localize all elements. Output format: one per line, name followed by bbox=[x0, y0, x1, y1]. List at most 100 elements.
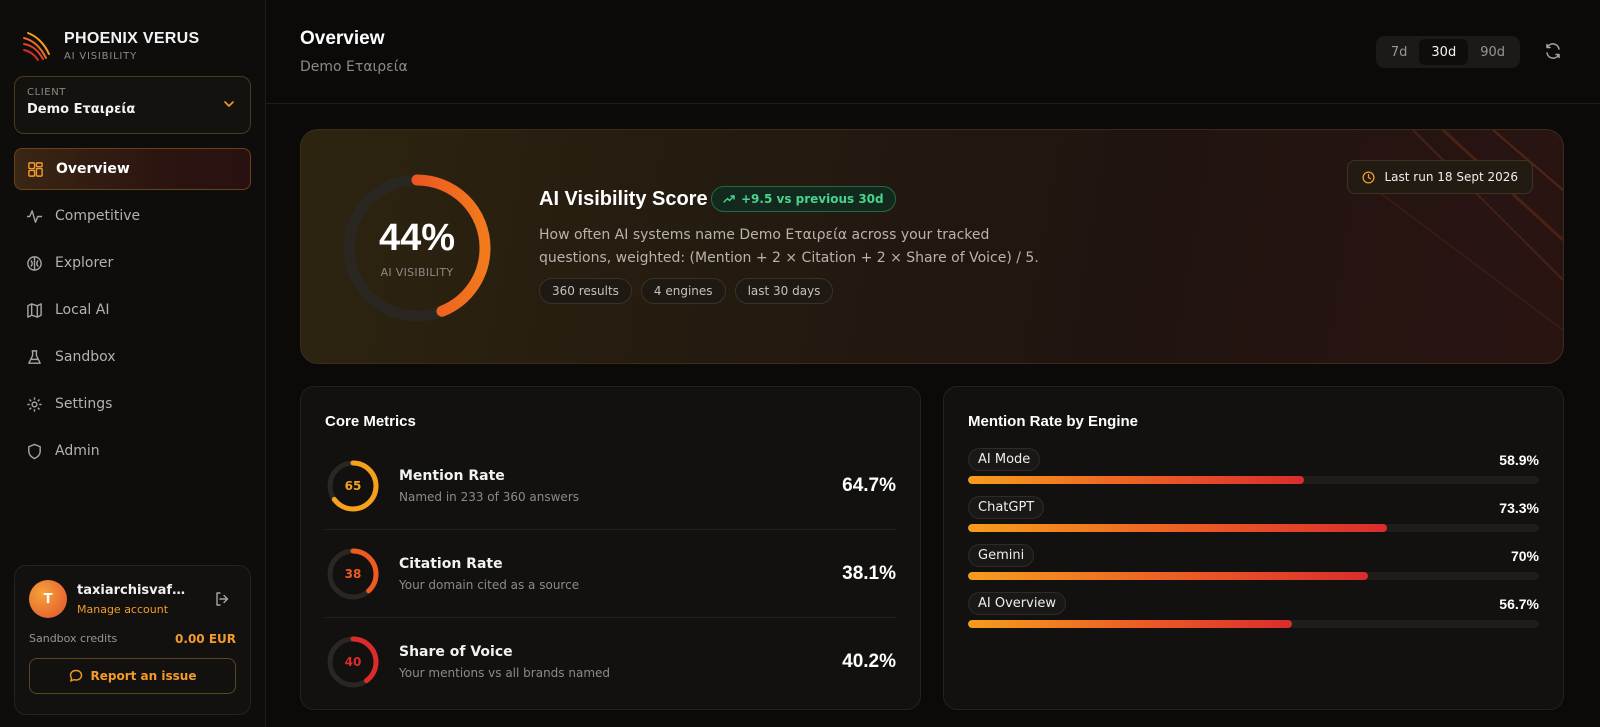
engine-bar-fill bbox=[968, 476, 1305, 484]
activity-icon bbox=[26, 209, 43, 223]
metric-value: 40.2% bbox=[842, 651, 896, 672]
gauge-readout: 44% AI VISIBILITY bbox=[339, 170, 495, 326]
period-pill: last 30 days bbox=[734, 278, 834, 304]
engine-bar-fill bbox=[968, 620, 1292, 628]
share-of-voice-ring-value: 40 bbox=[344, 655, 362, 669]
engine-mention-card: Mention Rate by Engine AI Mode 58.9% Cha… bbox=[943, 386, 1564, 710]
main-content: Overview Demo Εταιρεία 7d 30d 90d 44% AI… bbox=[266, 0, 1600, 727]
engine-name: ChatGPT bbox=[968, 496, 1045, 519]
report-issue-label: Report an issue bbox=[90, 669, 197, 683]
trend-badge: +9.5 vs previous 30d bbox=[711, 186, 896, 212]
sidebar-item-label: Local AI bbox=[55, 302, 110, 318]
sidebar-item-local-ai[interactable]: Local AI bbox=[14, 289, 251, 331]
gear-icon bbox=[27, 396, 42, 412]
engine-bar-track bbox=[968, 620, 1539, 628]
metric-name: Citation Rate bbox=[399, 555, 503, 572]
metric-description: Your mentions vs all brands named bbox=[399, 666, 611, 680]
client-label: CLIENT bbox=[27, 87, 67, 98]
metric-value: 64.7% bbox=[842, 474, 896, 496]
visibility-score-label: AI VISIBILITY bbox=[380, 266, 454, 279]
visibility-score-card: 44% AI VISIBILITY AI Visibility Score +9… bbox=[300, 129, 1564, 364]
shield-icon bbox=[28, 443, 41, 459]
metric-name: Share of Voice bbox=[399, 644, 513, 660]
app-root: PHOENIX VERUS AI VISIBILITY CLIENT Demo … bbox=[0, 0, 1600, 727]
client-selector[interactable]: CLIENT Demo Εταιρεία bbox=[14, 76, 251, 134]
sidebar-item-admin[interactable]: Admin bbox=[14, 430, 251, 472]
core-metrics-title: Core Metrics bbox=[325, 413, 416, 430]
engine-bar-fill bbox=[968, 572, 1368, 580]
sidebar-item-label: Overview bbox=[56, 161, 130, 177]
engine-bar-fill bbox=[968, 524, 1387, 532]
score-pills: 360 results 4 engines last 30 days bbox=[539, 278, 834, 304]
mention-rate-ring: 65 bbox=[325, 458, 381, 514]
share-of-voice-ring: 40 bbox=[325, 634, 381, 690]
metric-row-share-of-voice: 40 Share of Voice Your mentions vs all b… bbox=[325, 618, 896, 706]
engine-value: 70% bbox=[1510, 547, 1539, 564]
sidebar-nav: Overview Competitive Explorer Local AI S… bbox=[14, 148, 251, 472]
sidebar-item-label: Settings bbox=[55, 396, 113, 412]
refresh-icon[interactable] bbox=[1544, 42, 1562, 60]
engine-name: AI Mode bbox=[968, 448, 1041, 471]
results-pill: 360 results bbox=[539, 278, 632, 304]
engine-value: 58.9% bbox=[1499, 451, 1539, 468]
metric-row-citation-rate: 38 Citation Rate Your domain cited as a … bbox=[325, 530, 896, 618]
engine-row-gemini: Gemini 70% bbox=[968, 544, 1539, 580]
page-header: Overview Demo Εταιρεία 7d 30d 90d bbox=[266, 0, 1600, 104]
dashboard-icon bbox=[28, 161, 43, 177]
sidebar-item-overview[interactable]: Overview bbox=[14, 148, 251, 190]
sidebar-item-label: Sandbox bbox=[55, 349, 116, 365]
engine-name: AI Overview bbox=[968, 592, 1067, 615]
sidebar-item-settings[interactable]: Settings bbox=[14, 383, 251, 425]
range-30d-button[interactable]: 30d bbox=[1419, 39, 1469, 65]
engine-row-chatgpt: ChatGPT 73.3% bbox=[968, 496, 1539, 532]
clock-icon bbox=[1362, 170, 1376, 184]
manage-account-link[interactable]: Manage account bbox=[77, 603, 193, 616]
logout-icon[interactable] bbox=[214, 591, 230, 607]
avatar[interactable]: T bbox=[29, 580, 67, 618]
metric-row-mention-rate: 65 Mention Rate Named in 233 of 360 answ… bbox=[325, 442, 896, 530]
range-7d-button[interactable]: 7d bbox=[1379, 39, 1420, 65]
citation-rate-ring-value: 38 bbox=[344, 566, 362, 581]
engine-value: 56.7% bbox=[1499, 595, 1539, 612]
map-icon bbox=[27, 302, 42, 318]
metric-value: 38.1% bbox=[842, 562, 896, 584]
last-run-badge: Last run 18 Sept 2026 bbox=[1347, 160, 1533, 194]
engine-row-ai-overview: AI Overview 56.7% bbox=[968, 592, 1539, 628]
engine-card-title: Mention Rate by Engine bbox=[968, 413, 1139, 430]
engine-bar-track bbox=[968, 524, 1539, 532]
range-toggle: 7d 30d 90d bbox=[1375, 36, 1520, 68]
client-name: Demo Εταιρεία bbox=[27, 102, 136, 117]
flask-icon bbox=[28, 349, 41, 364]
phoenix-logo-icon bbox=[23, 32, 50, 61]
metric-name: Mention Rate bbox=[399, 467, 505, 484]
sidebar: PHOENIX VERUS AI VISIBILITY CLIENT Demo … bbox=[0, 0, 266, 727]
engine-name: Gemini bbox=[968, 544, 1035, 567]
metric-description: Your domain cited as a source bbox=[399, 577, 580, 592]
mention-rate-ring-value: 65 bbox=[344, 478, 362, 493]
account-name: taxiarchisvafeas... bbox=[77, 582, 193, 598]
message-icon bbox=[69, 669, 82, 682]
score-title: AI Visibility Score bbox=[539, 188, 708, 210]
engine-bar-track bbox=[968, 476, 1539, 484]
visibility-score-value: 44% bbox=[378, 217, 456, 259]
brain-icon bbox=[27, 255, 42, 271]
credits-value: 0.00 EUR bbox=[175, 632, 236, 646]
engine-row-ai-mode: AI Mode 58.9% bbox=[968, 448, 1539, 484]
trend-text: +9.5 vs previous 30d bbox=[741, 192, 884, 206]
last-run-text: Last run 18 Sept 2026 bbox=[1384, 170, 1518, 184]
trending-up-icon bbox=[723, 195, 735, 203]
report-issue-button[interactable]: Report an issue bbox=[29, 658, 236, 694]
brand[interactable]: PHOENIX VERUS AI VISIBILITY bbox=[14, 0, 251, 72]
sidebar-item-explorer[interactable]: Explorer bbox=[14, 242, 251, 284]
sidebar-item-sandbox[interactable]: Sandbox bbox=[14, 336, 251, 378]
core-metrics-card: Core Metrics 65 Mention Rate Named in 23… bbox=[300, 386, 921, 710]
chevron-down-icon bbox=[224, 101, 234, 107]
metric-description: Named in 233 of 360 answers bbox=[399, 489, 579, 504]
sidebar-item-competitive[interactable]: Competitive bbox=[14, 195, 251, 237]
engines-pill: 4 engines bbox=[640, 278, 726, 304]
credits-label: Sandbox credits bbox=[29, 632, 118, 645]
sandbox-credits: Sandbox credits 0.00 EUR bbox=[29, 632, 236, 646]
score-description: How often AI systems name Demo Εταιρεία … bbox=[539, 227, 1039, 266]
account-panel: T taxiarchisvafeas... Manage account San… bbox=[14, 565, 251, 715]
range-90d-button[interactable]: 90d bbox=[1468, 39, 1517, 65]
